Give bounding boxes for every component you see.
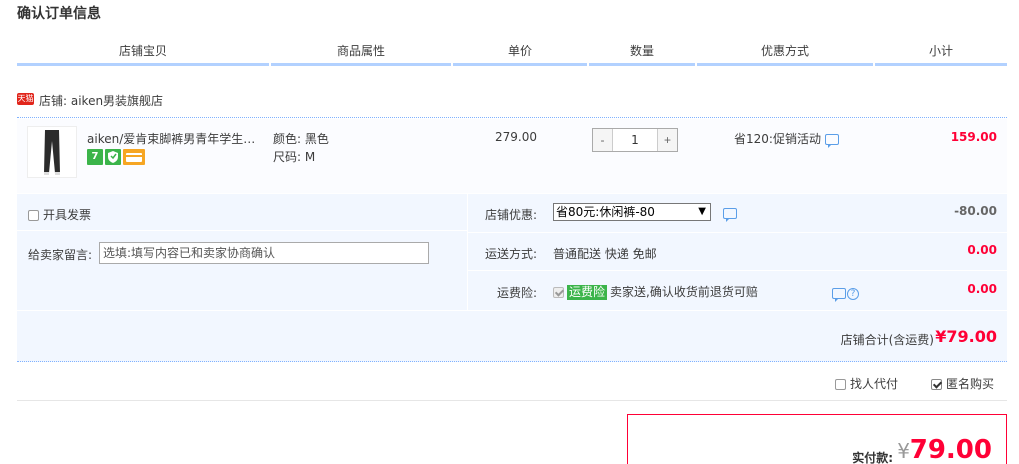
anonymous-purchase-checkbox[interactable] (931, 379, 942, 390)
column-quantity: 数量 (589, 40, 695, 66)
insurance-amount: 0.00 (967, 282, 997, 296)
proxy-pay-label: 找人代付 (850, 377, 899, 391)
payment-label: 实付款: (852, 451, 893, 464)
column-subtotal: 小计 (875, 40, 1007, 66)
dropdown-arrow-icon: ▼ (698, 206, 706, 217)
chat-bubble-icon[interactable] (824, 134, 839, 148)
chat-bubble-icon[interactable] (832, 288, 846, 302)
quantity-decrease-button[interactable]: - (593, 129, 613, 151)
proxy-pay-checkbox[interactable] (835, 379, 846, 390)
invoice-checkbox[interactable] (28, 210, 39, 221)
currency-symbol: ¥ (897, 439, 910, 463)
shop-discount-label: 店铺优惠: (484, 208, 537, 222)
seven-day-return-icon[interactable]: 7 (87, 149, 103, 165)
anonymous-purchase-label: 匿名购买 (946, 377, 995, 391)
anonymous-purchase-option[interactable]: 匿名购买 (931, 375, 994, 392)
shop-discount-value: 省80元:休闲裤-80 (556, 205, 655, 219)
column-shop-item: 店铺宝贝 (17, 40, 269, 66)
chat-bubble-icon[interactable] (723, 208, 737, 222)
invoice-option[interactable]: 开具发票 (28, 206, 91, 223)
insurance-tag: 运费险 (567, 285, 608, 300)
shipping-amount: 0.00 (967, 243, 997, 257)
attribute-size: 尺码: M (273, 150, 316, 164)
pants-icon (44, 130, 60, 175)
insurance-checkbox[interactable] (553, 287, 564, 298)
insurance-help: ? (832, 286, 859, 302)
payment-amount: 79.00 (909, 435, 992, 464)
insurance-label: 运费险: (496, 286, 537, 300)
promo-text: 省120:促销活动 (734, 132, 821, 146)
unit-price: 279.00 (495, 130, 537, 144)
attribute-color: 颜色: 黑色 (273, 132, 329, 146)
quantity-stepper: - + (592, 128, 678, 152)
shop-discount-select[interactable]: 省80元:休闲裤-80 ▼ (553, 203, 711, 221)
proxy-pay-option[interactable]: 找人代付 (835, 375, 898, 392)
payment-summary: 实付款: ¥ 79.00 (627, 414, 1007, 464)
promo-info: 省120:促销活动 (734, 130, 839, 148)
shipping-method: 普通配送 快递 免邮 (553, 247, 657, 261)
tmall-icon: 天猫 (17, 93, 34, 105)
product-attributes: 颜色: 黑色 尺码: M (273, 130, 329, 166)
quantity-increase-button[interactable]: + (657, 129, 677, 151)
message-label: 给卖家留言: (28, 248, 93, 262)
extra-options-row: 找人代付 匿名购买 (17, 363, 1007, 401)
message-to-seller-input[interactable] (99, 242, 429, 264)
shipping-label: 运送方式: (484, 247, 537, 261)
column-discount: 优惠方式 (697, 40, 873, 66)
page-title: 确认订单信息 (17, 6, 101, 22)
shop-total-amount: ¥79.00 (935, 327, 997, 346)
column-header: 店铺宝贝 商品属性 单价 数量 优惠方式 小计 (17, 40, 1007, 66)
guarantee-icon[interactable] (105, 149, 121, 165)
shop-name-link[interactable]: 店铺: aiken男装旗舰店 (39, 92, 163, 109)
shop-total-row: 店铺合计(含运费) ¥79.00 (17, 311, 1007, 362)
insurance-info: 运费险 卖家送,确认收货前退货可赔 (553, 283, 758, 300)
shop-total-label: 店铺合计(含运费) (840, 333, 934, 347)
column-unit-price: 单价 (453, 40, 587, 66)
question-icon[interactable]: ? (847, 287, 859, 300)
shop-discount-amount: -80.00 (954, 204, 997, 218)
credit-card-icon[interactable] (123, 149, 145, 165)
order-item-row: aiken/爱肯束脚裤男青年学生潮流休闲裤 7 颜色: 黑色 尺码: M 279… (17, 119, 1007, 193)
shop-row: 天猫 店铺: aiken男装旗舰店 (17, 88, 1007, 118)
order-options: 开具发票 给卖家留言: 店铺优惠: 省80元:休闲裤-80 ▼ -80.00 运… (17, 194, 1007, 310)
service-icons: 7 (87, 149, 147, 165)
quantity-input[interactable] (614, 129, 656, 151)
column-attributes: 商品属性 (271, 40, 451, 66)
item-subtotal: 159.00 (950, 130, 997, 144)
invoice-label: 开具发票 (43, 208, 92, 222)
insurance-description: 卖家送,确认收货前退货可赔 (610, 285, 758, 299)
product-thumbnail[interactable] (27, 126, 77, 178)
product-title-link[interactable]: aiken/爱肯束脚裤男青年学生潮流休闲裤 (87, 130, 267, 147)
